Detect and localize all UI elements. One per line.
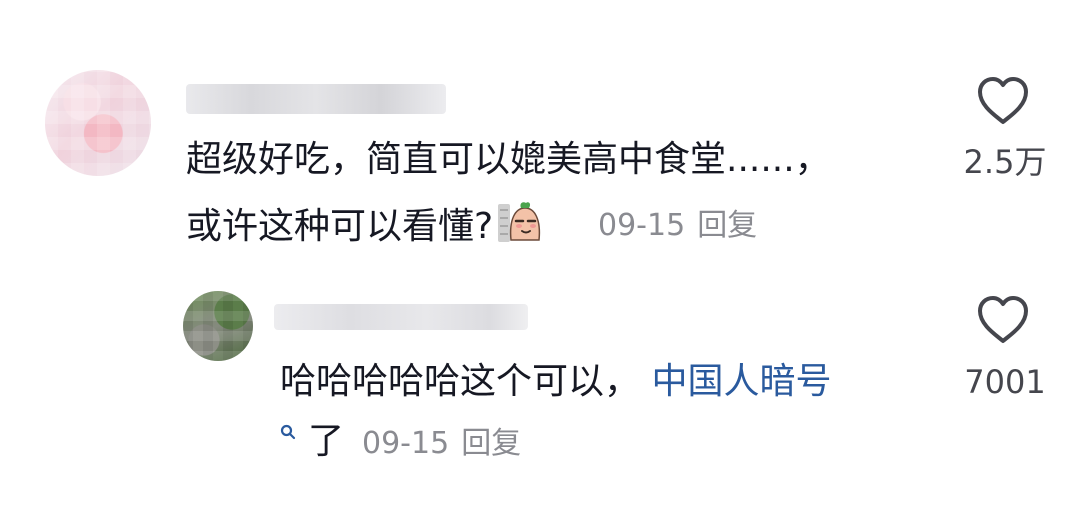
heart-outline-icon[interactable]	[976, 76, 1030, 126]
avatar[interactable]	[183, 291, 253, 361]
comment-meta: 09-15 回复	[598, 206, 757, 246]
like-count: 7001	[964, 363, 1046, 401]
comment-text-main: 哈哈哈哈哈这个可以，	[280, 361, 641, 402]
username-blurred[interactable]	[186, 84, 446, 114]
heart-outline-icon[interactable]	[976, 295, 1030, 345]
comment-text: 哈哈哈哈哈这个可以， 中国人暗号	[280, 356, 831, 408]
comment-text-line1: 超级好吃，简直可以媲美高中食堂......，	[186, 139, 831, 180]
search-icon[interactable]	[280, 424, 296, 440]
comment-date: 09-15	[598, 208, 686, 243]
reply-button[interactable]: 回复	[697, 208, 757, 243]
comment-meta: 09-15 回复	[362, 424, 521, 464]
comment-text-line2: 或许这种可以看懂?	[186, 200, 543, 253]
search-keyword-link[interactable]: 中国人暗号	[651, 361, 831, 402]
comment-text-trailing: 了	[308, 421, 345, 462]
like-count: 2.5万	[963, 143, 1047, 181]
username-blurred[interactable]	[274, 304, 528, 330]
avatar[interactable]	[45, 70, 151, 176]
comment-text: 或许这种可以看懂?	[186, 206, 494, 247]
comment-date: 09-15	[362, 426, 450, 461]
reply-button[interactable]: 回复	[461, 426, 521, 461]
smug-face-emoji-icon	[498, 202, 541, 242]
comment-thread: 超级好吃，简直可以媲美高中食堂......， 或许这种可以看懂? 09-15 回复…	[0, 0, 1080, 508]
